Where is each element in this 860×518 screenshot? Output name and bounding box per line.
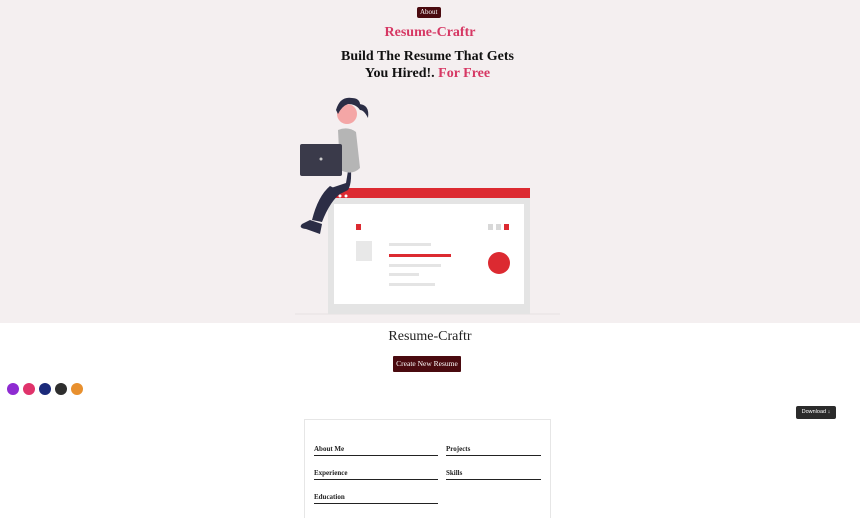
content-line-3 (389, 264, 441, 267)
content-line-1 (389, 243, 431, 246)
content-circle (488, 252, 510, 274)
brand-title: Resume-Craftr (384, 25, 476, 40)
content-line-5 (389, 283, 435, 286)
person-ponytail (358, 104, 369, 118)
content-box-2 (496, 224, 501, 230)
builder-title: Resume-Craftr (388, 329, 472, 344)
create-new-resume-button[interactable]: Create New Resume (393, 356, 461, 372)
section-about-me[interactable]: About Me (314, 445, 438, 456)
color-option-orange[interactable] (71, 383, 83, 395)
browser-titlebar (328, 188, 530, 198)
section-experience[interactable]: Experience (314, 469, 438, 480)
content-marker (356, 224, 361, 230)
color-picker (7, 383, 83, 395)
section-skills[interactable]: Skills (446, 469, 541, 480)
color-option-navy[interactable] (39, 383, 51, 395)
hero-headline: Build The Resume That Gets You Hired!. F… (330, 48, 525, 82)
download-button[interactable]: Download ↓ (796, 406, 836, 419)
hero-illustration (295, 97, 560, 315)
section-education[interactable]: Education (314, 493, 438, 504)
about-button[interactable]: About (417, 7, 441, 18)
download-label: Download (801, 409, 827, 415)
content-box-1 (488, 224, 493, 230)
color-option-charcoal[interactable] (55, 383, 67, 395)
headline-accent: For Free (438, 66, 491, 81)
content-box-3 (504, 224, 509, 230)
window-dot-3 (344, 194, 348, 198)
hero-section: About Resume-Craftr Build The Resume Tha… (0, 0, 860, 323)
resume-preview-card: About Me Experience Education Projects S… (304, 419, 551, 518)
window-dot-2 (338, 194, 342, 198)
content-line-4 (389, 273, 419, 276)
download-arrow-icon: ↓ (827, 409, 831, 415)
content-line-2 (389, 254, 451, 257)
laptop-logo (319, 157, 323, 161)
person-shoe (300, 220, 322, 234)
section-projects[interactable]: Projects (446, 445, 541, 456)
content-image (356, 241, 372, 261)
color-option-purple[interactable] (7, 383, 19, 395)
color-option-pink[interactable] (23, 383, 35, 395)
